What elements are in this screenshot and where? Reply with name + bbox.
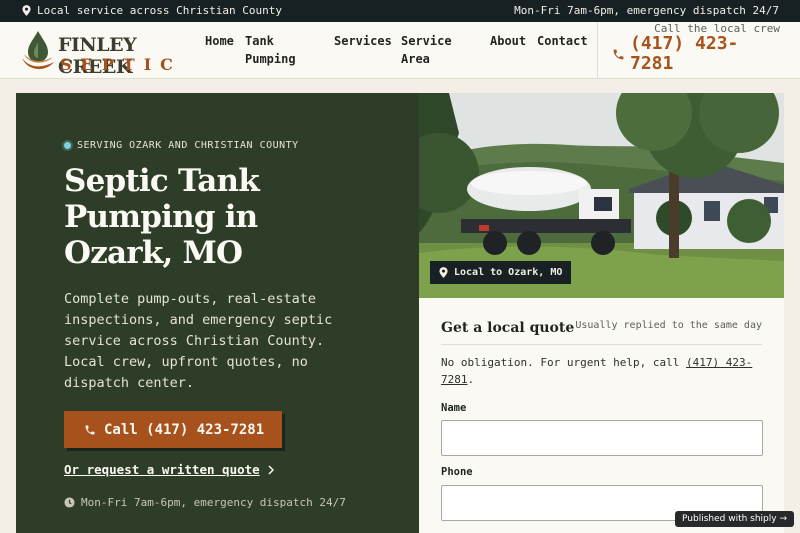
hero-lead: Complete pump-outs, real-estate inspecti… — [64, 291, 333, 391]
logo[interactable]: FINLEY CREEK SEPTIC — [20, 28, 198, 78]
nav-service-area[interactable]: Service Area — [401, 32, 463, 68]
hero-eyebrow: SERVING OZARK AND CHRISTIAN COUNTY — [64, 140, 299, 151]
hero-hours: Mon-Fri 7am-6pm, emergency dispatch 24/7 — [64, 496, 346, 509]
location-pin-icon — [22, 5, 31, 16]
nav-about[interactable]: About — [490, 32, 526, 50]
call-button-label: Call (417) 423-7281 — [104, 421, 265, 438]
phone-icon — [85, 425, 95, 434]
site-header: FINLEY CREEK SEPTIC Home Tank Pumping Se… — [0, 22, 800, 79]
nav-home[interactable]: Home — [205, 32, 234, 50]
status-dot-icon — [64, 142, 71, 149]
hours-note: Mon-Fri 7am-6pm, emergency dispatch 24/7 — [514, 4, 779, 17]
eyebrow-text: SERVING OZARK AND CHRISTIAN COUNTY — [77, 140, 299, 151]
form-note: No obligation. For urgent help, call (41… — [441, 354, 762, 388]
form-note-text: No obligation. For urgent help, call — [441, 356, 680, 369]
form-divider — [441, 344, 762, 345]
request-quote-link[interactable]: Or request a written quote — [64, 462, 274, 477]
quote-form: Get a local quote Usually replied to the… — [419, 298, 784, 533]
hero-section: SERVING OZARK AND CHRISTIAN COUNTY Septi… — [16, 93, 419, 533]
chevron-right-icon — [268, 464, 274, 475]
logo-subword: SEPTIC — [60, 55, 182, 74]
phone-icon — [613, 49, 624, 60]
header-phone-link[interactable]: (417) 423-7281 — [630, 34, 780, 74]
phone-label: Phone — [441, 466, 473, 478]
nav-tank-pumping[interactable]: Tank Pumping — [245, 32, 315, 68]
header-call[interactable]: Call the local crew (417) 423-7281 — [597, 22, 800, 78]
form-note-suffix: . — [467, 373, 475, 386]
location-pin-icon — [439, 267, 448, 278]
call-button[interactable]: Call (417) 423-7281 — [64, 411, 282, 448]
name-field[interactable] — [441, 420, 763, 456]
top-info-bar: Local service across Christian County Mo… — [0, 0, 800, 22]
name-label: Name — [441, 402, 467, 414]
service-area-text: Local service across Christian County — [37, 4, 283, 17]
logo-drop-icon — [22, 31, 54, 70]
form-title: Get a local quote — [441, 320, 575, 336]
location-badge: Local to Ozark, MO — [430, 261, 572, 284]
nav-services[interactable]: Services — [334, 32, 392, 50]
page-title: Septic Tank Pumping in Ozark, MO — [64, 163, 260, 271]
nav-contact[interactable]: Contact — [537, 32, 588, 50]
reply-time: Usually replied to the same day — [575, 320, 762, 331]
hero-photo: Local to Ozark, MO — [419, 93, 784, 298]
hours-text: Mon-Fri 7am-6pm, emergency dispatch 24/7 — [81, 496, 346, 509]
published-badge[interactable]: Published with shiply → — [675, 511, 794, 527]
clock-icon — [64, 497, 75, 508]
request-quote-label: Or request a written quote — [64, 462, 260, 477]
service-area-note: Local service across Christian County — [22, 4, 282, 17]
location-badge-text: Local to Ozark, MO — [454, 267, 563, 278]
